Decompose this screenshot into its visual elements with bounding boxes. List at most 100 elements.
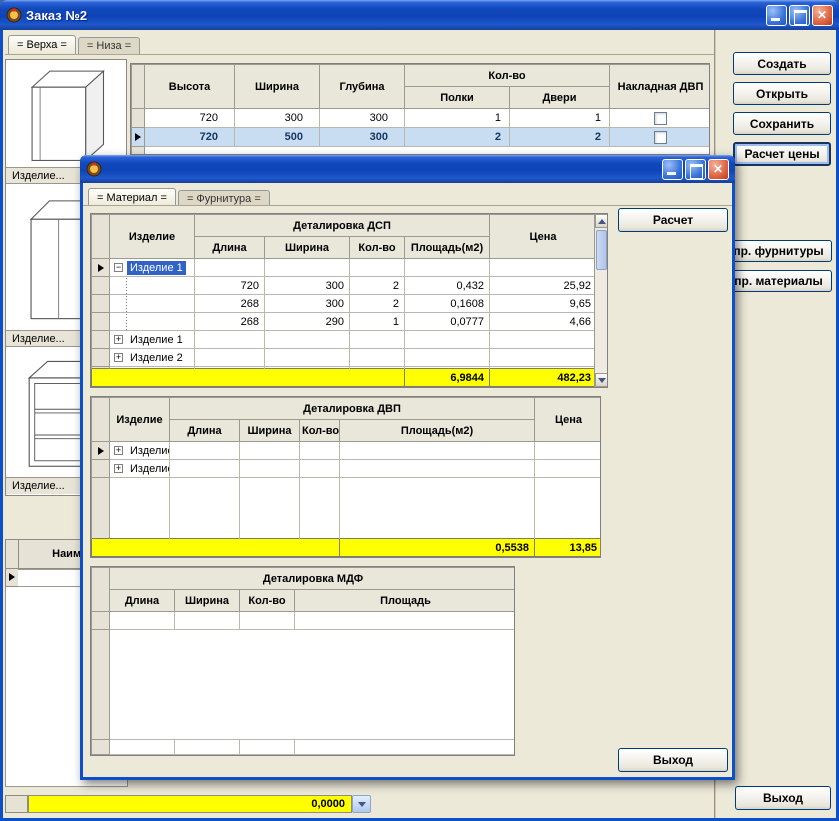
cell-depth: 300	[320, 109, 405, 128]
cell-qty: 2	[350, 295, 405, 313]
products-grid: Высота Ширина Глубина Кол-во Накладная Д…	[130, 63, 710, 155]
product-node-label: Изделие 2	[127, 351, 186, 365]
dvp-node-row-1[interactable]: +Изделие	[92, 442, 602, 460]
dvp-node-row-2[interactable]: +Изделие	[92, 460, 602, 478]
dsp-node-row-3[interactable]: + Изделие 2	[92, 349, 597, 367]
tree-expand-icon[interactable]: +	[114, 335, 123, 344]
col-width: Ширина	[235, 65, 320, 109]
mdf-col-qty: Кол-во	[240, 590, 295, 612]
cell-qty: 1	[350, 313, 405, 331]
price-calc-button[interactable]: Расчет цены	[733, 142, 831, 166]
dsp-col-length: Длина	[195, 237, 265, 259]
dsp-node-row-1[interactable]: −Изделие 1	[92, 259, 597, 277]
dvp-col-price: Цена	[535, 398, 601, 442]
screen: Заказ №2 = Верха = = Низа =	[0, 0, 839, 821]
maximize-button[interactable]	[789, 5, 810, 26]
dsp-detail-row[interactable]: 268 300 2 0,1608 9,65	[92, 295, 597, 313]
dvp-total-area: 0,5538	[340, 539, 535, 557]
dsp-col-width: Ширина	[265, 237, 350, 259]
product-row-1[interactable]: 720 300 300 1 1	[132, 109, 711, 128]
cell-area: 0,1608	[405, 295, 490, 313]
modal-exit-button[interactable]: Выход	[618, 748, 728, 772]
dvp-col-qty: Кол-во	[300, 420, 340, 442]
mdf-col-length: Длина	[110, 590, 175, 612]
tree-expand-icon[interactable]: +	[114, 464, 123, 473]
create-button[interactable]: Создать	[733, 52, 831, 75]
dvp-col-length: Длина	[170, 420, 240, 442]
cell-doors: 1	[510, 109, 610, 128]
bottom-total-selector	[5, 795, 28, 813]
tree-expand-icon[interactable]: +	[114, 353, 123, 362]
mdf-group-title: Деталировка МДФ	[110, 568, 516, 590]
tab-tops[interactable]: = Верха =	[8, 35, 76, 54]
product-node-label: Изделие 1	[127, 333, 186, 347]
dsp-grid-corner	[92, 215, 110, 259]
close-button[interactable]	[812, 5, 833, 26]
minimize-button[interactable]	[766, 5, 787, 26]
dsp-col-product: Изделие	[110, 215, 195, 259]
bottom-grid-corner	[5, 539, 18, 569]
cell-width: 300	[265, 277, 350, 295]
cell-width: 290	[265, 313, 350, 331]
col-qty-group: Кол-во	[405, 65, 610, 87]
maximize-button[interactable]	[685, 159, 706, 180]
dsp-total-row: 6,9844 482,23	[92, 369, 597, 387]
bottom-total-dropdown[interactable]	[352, 795, 371, 813]
cell-price: 25,92	[490, 277, 597, 295]
dsp-col-qty: Кол-во	[350, 237, 405, 259]
grid-corner	[132, 65, 145, 109]
cell-length: 268	[195, 313, 265, 331]
open-button[interactable]: Открыть	[733, 82, 831, 105]
cell-width: 300	[235, 109, 320, 128]
col-overlay-dvp: Накладная ДВП	[610, 65, 711, 109]
fittings-reference-button[interactable]: пр. фурнитуры	[725, 240, 832, 262]
scroll-up-icon[interactable]	[595, 214, 608, 228]
main-titlebar[interactable]: Заказ №2	[0, 0, 839, 30]
tree-collapse-icon[interactable]: −	[114, 263, 123, 272]
dsp-detail-row[interactable]: 720 300 2 0,432 25,92	[92, 277, 597, 295]
mdf-empty-row[interactable]	[92, 612, 516, 630]
mdf-grid-corner	[92, 568, 110, 612]
cell-qty: 2	[350, 277, 405, 295]
cell-length: 268	[195, 295, 265, 313]
dsp-node-row-2[interactable]: + Изделие 1	[92, 331, 597, 349]
dsp-total-area: 6,9844	[405, 369, 490, 387]
product-row-2[interactable]: 720 500 300 2 2	[132, 128, 711, 147]
tree-expand-icon[interactable]: +	[114, 446, 123, 455]
modal-tabbar: = Материал = = Фурнитура =	[85, 185, 270, 207]
materials-reference-button[interactable]: пр. материалы	[725, 270, 832, 292]
scroll-down-icon[interactable]	[595, 373, 608, 387]
app-icon	[86, 161, 102, 177]
cell-area: 0,432	[405, 277, 490, 295]
close-button[interactable]	[708, 159, 729, 180]
dvp-col-width: Ширина	[240, 420, 300, 442]
minimize-button[interactable]	[662, 159, 683, 180]
product-preview-1[interactable]	[6, 60, 126, 167]
material-page: Изделие Деталировка ДСП Цена Длина Ширин…	[83, 205, 732, 777]
mdf-grid: Деталировка МДФ Длина Ширина Кол-во Площ…	[90, 566, 515, 756]
dvp-total-price: 13,85	[535, 539, 601, 557]
dvp-grid-corner	[92, 398, 110, 442]
dsp-detail-row[interactable]: 268 290 1 0,0777 4,66	[92, 313, 597, 331]
cell-width: 300	[265, 295, 350, 313]
dsp-scrollbar[interactable]	[594, 214, 607, 387]
col-height: Высота	[145, 65, 235, 109]
cell-depth: 300	[320, 128, 405, 147]
current-row-icon	[98, 447, 104, 455]
dsp-grid: Изделие Деталировка ДСП Цена Длина Ширин…	[90, 213, 608, 388]
dvp-total-row: 0,5538 13,85	[92, 539, 602, 557]
dvp-group-title: Деталировка ДВП	[170, 398, 535, 420]
overlay-dvp-checkbox[interactable]	[654, 131, 667, 144]
overlay-dvp-checkbox[interactable]	[654, 112, 667, 125]
cell-doors: 2	[510, 128, 610, 147]
main-exit-button[interactable]: Выход	[735, 786, 831, 810]
cabinet-drawing-1	[20, 64, 112, 164]
modal-titlebar[interactable]	[80, 155, 735, 183]
dvp-grid: Изделие Деталировка ДВП Цена Длина Ширин…	[90, 396, 601, 558]
calc-button[interactable]: Расчет	[618, 208, 728, 232]
chevron-down-icon	[358, 802, 366, 807]
scroll-thumb[interactable]	[596, 230, 607, 270]
bottom-total-field: 0,0000	[28, 795, 352, 813]
save-button[interactable]: Сохранить	[733, 112, 831, 135]
tab-bottoms[interactable]: = Низа =	[78, 37, 140, 54]
